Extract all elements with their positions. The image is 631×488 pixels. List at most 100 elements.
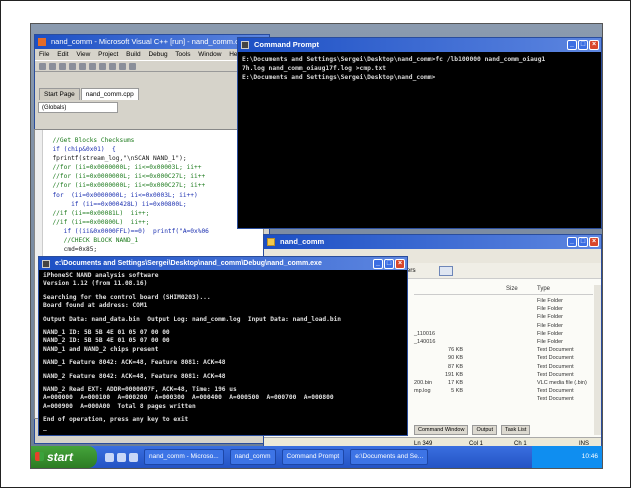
build-icon[interactable]	[129, 63, 136, 70]
file-row[interactable]: Text Document	[414, 395, 593, 403]
file-type: File Folder	[537, 330, 563, 337]
visual-cpp-app-icon	[38, 38, 46, 46]
file-size: 76 KB	[448, 347, 463, 354]
clock: 10:46	[581, 453, 598, 460]
scope-dropdown[interactable]: (Globals)	[38, 102, 118, 113]
console-line: NAND_2 ID: 5B 5B 4E 01 05 07 00 00	[43, 337, 170, 345]
code-line: cmd=0x85;	[45, 246, 98, 254]
paste-icon[interactable]	[99, 63, 106, 70]
column-size[interactable]: Size	[506, 286, 518, 292]
debug-console-output: iPhoneSC NAND analysis software Version 1…	[39, 270, 407, 435]
cut-icon[interactable]	[79, 63, 86, 70]
menu-window[interactable]: Window	[198, 51, 221, 58]
close-button[interactable]: ×	[589, 40, 599, 50]
taskbar-debug-console[interactable]: e:\Documents and Se...	[350, 449, 429, 465]
undo-icon[interactable]	[109, 63, 116, 70]
file-row[interactable]: File Folder	[414, 322, 593, 330]
maximize-button[interactable]: □	[578, 237, 588, 247]
tab-start-page[interactable]: Start Page	[39, 88, 80, 100]
file-size: 5 KB	[451, 388, 463, 395]
file-type: Text Document	[537, 355, 574, 362]
desktop-icon[interactable]	[117, 452, 126, 462]
explorer-title: nand_comm	[280, 237, 325, 246]
file-row[interactable]: 76 KB Text Document	[414, 346, 593, 354]
file-row[interactable]: 200.bin 17 KB VLC media file (.bin)	[414, 379, 593, 387]
code-line: //if (ii==0x00800L) ii++;	[45, 218, 150, 226]
file-row[interactable]: File Folder	[414, 297, 593, 305]
file-row[interactable]: 191 KB Text Document	[414, 371, 593, 379]
menu-file[interactable]: File	[39, 51, 49, 58]
maximize-button[interactable]: □	[578, 40, 588, 50]
file-row[interactable]: 87 KB Text Document	[414, 363, 593, 371]
code-line: fprintf(stream_log,"\nSCAN NAND_1");	[45, 155, 187, 163]
start-button[interactable]: start	[31, 446, 97, 468]
file-row[interactable]: File Folder	[414, 313, 593, 321]
tab-command-window[interactable]: Command Window	[414, 425, 469, 435]
console-line: Output Data: nand_data.bin Output Log: n…	[43, 315, 342, 323]
tab-output[interactable]: Output	[472, 425, 497, 435]
menu-tools[interactable]: Tools	[175, 51, 190, 58]
copy-icon[interactable]	[89, 63, 96, 70]
taskbar-visual-cpp[interactable]: nand_comm - Microso...	[144, 449, 224, 465]
close-button[interactable]: ×	[395, 259, 405, 269]
code-line: //if (ii==0x00081L) ii++;	[45, 209, 150, 217]
folder-icon	[267, 238, 275, 246]
vertical-scrollbar[interactable]	[594, 285, 601, 435]
views-icon[interactable]	[439, 266, 453, 276]
menu-project[interactable]: Project	[98, 51, 118, 58]
file-type: Text Document	[537, 371, 574, 378]
save-all-icon[interactable]	[69, 63, 76, 70]
menu-edit[interactable]: Edit	[57, 51, 68, 58]
file-type: File Folder	[537, 314, 563, 321]
minimize-button[interactable]: _	[567, 40, 577, 50]
taskbar-explorer[interactable]: nand_comm	[229, 449, 276, 465]
file-row[interactable]: _140016 File Folder	[414, 338, 593, 346]
file-name: _140016	[414, 338, 436, 345]
console-icon	[42, 260, 50, 268]
visual-cpp-titlebar[interactable]: nand_comm - Microsoft Visual C++ [run] -…	[35, 35, 269, 49]
tab-nand-comm-cpp[interactable]: nand_comm.cpp	[80, 88, 139, 100]
command-prompt-titlebar[interactable]: Command Prompt _ □ ×	[238, 38, 601, 52]
minimize-button[interactable]: _	[373, 259, 383, 269]
close-button[interactable]: ×	[589, 237, 599, 247]
debug-console-title: e:\Documents and Settings\Sergei\Desktop…	[55, 260, 322, 267]
open-file-icon[interactable]	[49, 63, 56, 70]
code-line: //for (ii=0x0000000L; ii<=0x00003L; ii++	[45, 164, 202, 172]
visual-cpp-title: nand_comm - Microsoft Visual C++ [run] -…	[51, 37, 248, 46]
file-row[interactable]: File Folder	[414, 305, 593, 313]
taskbar-command-prompt[interactable]: Command Prompt	[281, 449, 345, 465]
console-line: NAND_2 Feature 8042: ACK=48, Feature 808…	[43, 372, 226, 380]
debug-console-titlebar[interactable]: e:\Documents and Settings\Sergei\Desktop…	[39, 257, 407, 270]
maximize-button[interactable]: □	[384, 259, 394, 269]
save-icon[interactable]	[59, 63, 66, 70]
file-row[interactable]: _110016 File Folder	[414, 330, 593, 338]
redo-icon[interactable]	[119, 63, 126, 70]
visual-cpp-toolbar	[35, 60, 269, 72]
column-type[interactable]: Type	[537, 286, 550, 292]
console-line: Searching for the control board (SHIM020…	[43, 293, 211, 301]
command-prompt-window[interactable]: Command Prompt _ □ × E:\Documents and Se…	[237, 37, 602, 229]
console-line: Board found at address: COM1	[43, 302, 148, 310]
console-icon	[241, 41, 249, 49]
ie-icon[interactable]	[105, 452, 114, 462]
menu-view[interactable]: View	[76, 51, 90, 58]
console-line: A=000900 A=000A00 Total 8 pages written	[43, 402, 196, 410]
menu-debug[interactable]: Debug	[148, 51, 167, 58]
menu-build[interactable]: Build	[126, 51, 140, 58]
console-line: _	[43, 424, 47, 432]
system-tray: 10:46	[532, 446, 602, 468]
tab-task-list[interactable]: Task List	[500, 425, 531, 435]
minimize-button[interactable]: _	[567, 237, 577, 247]
media-icon[interactable]	[129, 452, 138, 462]
new-file-icon[interactable]	[39, 63, 46, 70]
file-row[interactable]: mp.log 5 KB Text Document	[414, 387, 593, 395]
debug-console-window[interactable]: e:\Documents and Settings\Sergei\Desktop…	[38, 256, 408, 436]
monitor-screen: nand_comm - Microsoft Visual C++ [run] -…	[30, 23, 603, 469]
file-row[interactable]: 90 KB Text Document	[414, 354, 593, 362]
file-list: File Folder File Folder File Folder File Fo…	[414, 297, 593, 403]
output-dock-tabs: Command Window Output Task List	[414, 425, 531, 435]
explorer-titlebar[interactable]: nand_comm _ □ ×	[264, 235, 601, 249]
console-line: iPhoneSC NAND analysis software	[43, 272, 159, 279]
file-name: _110016	[414, 330, 436, 337]
file-size: 87 KB	[448, 363, 463, 370]
